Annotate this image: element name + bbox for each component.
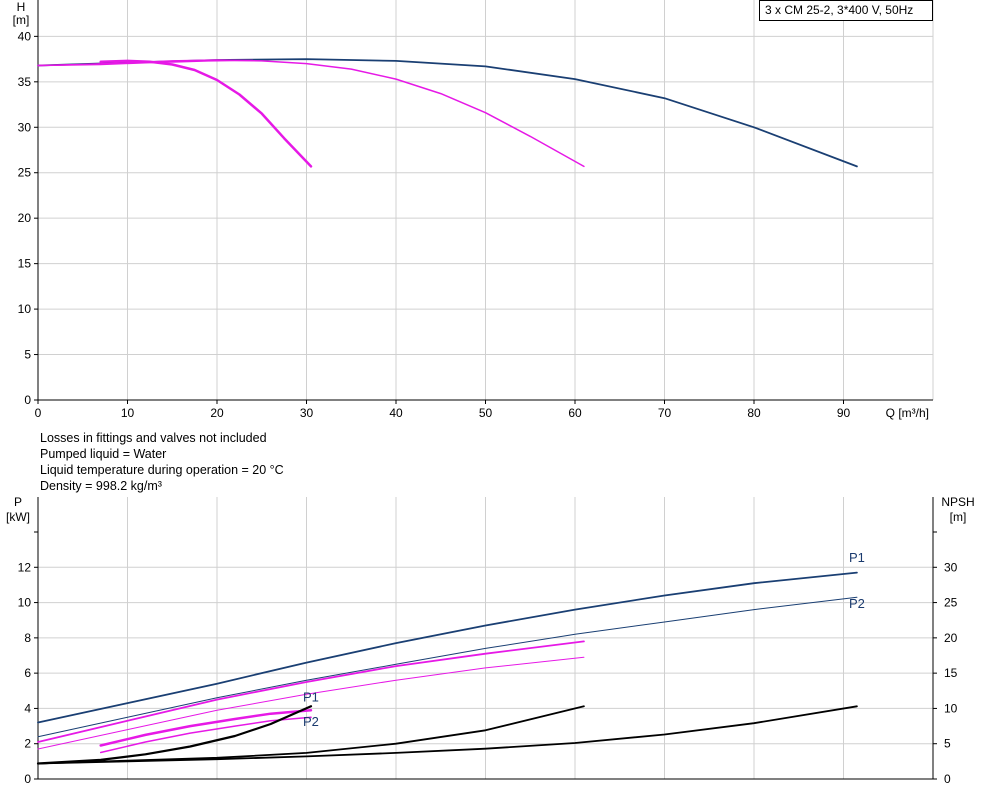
power-axis-label: P	[14, 495, 22, 509]
chart-title: 3 x CM 25-2, 3*400 V, 50Hz	[759, 0, 933, 21]
x-tick-label: 30	[300, 406, 314, 420]
head-curve	[37, 59, 585, 168]
power-curve	[37, 571, 858, 724]
power-curve	[99, 708, 313, 747]
conditions-notes: Losses in fittings and valves not includ…	[40, 430, 284, 494]
y-tick-label: 12	[18, 560, 32, 574]
y-tick-label: 0	[24, 393, 31, 407]
npsh-axis-label: NPSH	[941, 495, 974, 509]
npsh-tick-label: 15	[944, 666, 958, 680]
power-npsh-chart: 0 2 4 6 8 10 12 0 5 10 15 20 25 30 P[kW] NPSH[m] P1 P2 P1 P…	[6, 495, 975, 786]
curve-label: P1	[849, 550, 865, 565]
npsh-tick-label: 0	[944, 772, 951, 786]
curve-label: P2	[849, 596, 865, 611]
x-tick-label: 80	[747, 406, 761, 420]
npsh-tick-label: 10	[944, 701, 958, 715]
x-tick-label: 60	[568, 406, 582, 420]
y-axis-unit: [m]	[13, 13, 30, 27]
y-tick-label: 2	[24, 737, 31, 751]
x-tick-label: 20	[210, 406, 224, 420]
head-curve	[37, 58, 858, 168]
head-curve	[99, 59, 313, 168]
y-tick-label: 10	[18, 596, 32, 610]
power-curve	[37, 596, 858, 738]
x-tick-label: 10	[121, 406, 135, 420]
y-tick-label: 10	[18, 302, 32, 316]
x-tick-label: 40	[389, 406, 403, 420]
y-tick-label: 30	[18, 120, 32, 134]
curve-label: P2	[303, 714, 319, 729]
y-tick-label: 0	[24, 772, 31, 786]
pump-curves-figure: 05101520253035400 10 20 30 40 50 60 70 80 90H[m]Q…	[6, 0, 975, 786]
npsh-tick-label: 5	[944, 737, 951, 751]
npsh-axis-unit: [m]	[950, 510, 967, 524]
x-tick-label: 50	[479, 406, 493, 420]
x-tick-label: 0	[35, 406, 42, 420]
x-tick-label: 90	[837, 406, 851, 420]
y-tick-label: 15	[18, 257, 32, 271]
curve-label: P1	[303, 689, 319, 704]
power-axis-unit: [kW]	[6, 510, 30, 524]
note-line: Pumped liquid = Water	[40, 447, 167, 461]
y-tick-label: 8	[24, 631, 31, 645]
x-axis-label: Q [m³/h]	[886, 406, 929, 420]
npsh-tick-label: 30	[944, 560, 958, 574]
npsh-curve	[37, 705, 858, 765]
y-axis-label: H	[17, 0, 26, 14]
y-tick-label: 6	[24, 666, 31, 680]
npsh-tick-label: 25	[944, 596, 958, 610]
y-tick-label: 35	[18, 75, 32, 89]
npsh-tick-label: 20	[944, 631, 958, 645]
note-line: Liquid temperature during operation = 20…	[40, 463, 284, 477]
note-line: Density = 998.2 kg/m³	[40, 479, 162, 493]
y-tick-label: 4	[24, 701, 31, 715]
y-tick-label: 25	[18, 166, 32, 180]
note-line: Losses in fittings and valves not includ…	[40, 431, 267, 445]
y-tick-label: 40	[18, 29, 32, 43]
y-tick-label: 5	[24, 348, 31, 362]
head-chart: 0 5 10 15 20 25 30 35 40 0 10 20 30 40 50 60 70 80 90 H[m] Q…	[13, 0, 934, 420]
y-tick-label: 20	[18, 211, 32, 225]
x-tick-label: 70	[658, 406, 672, 420]
